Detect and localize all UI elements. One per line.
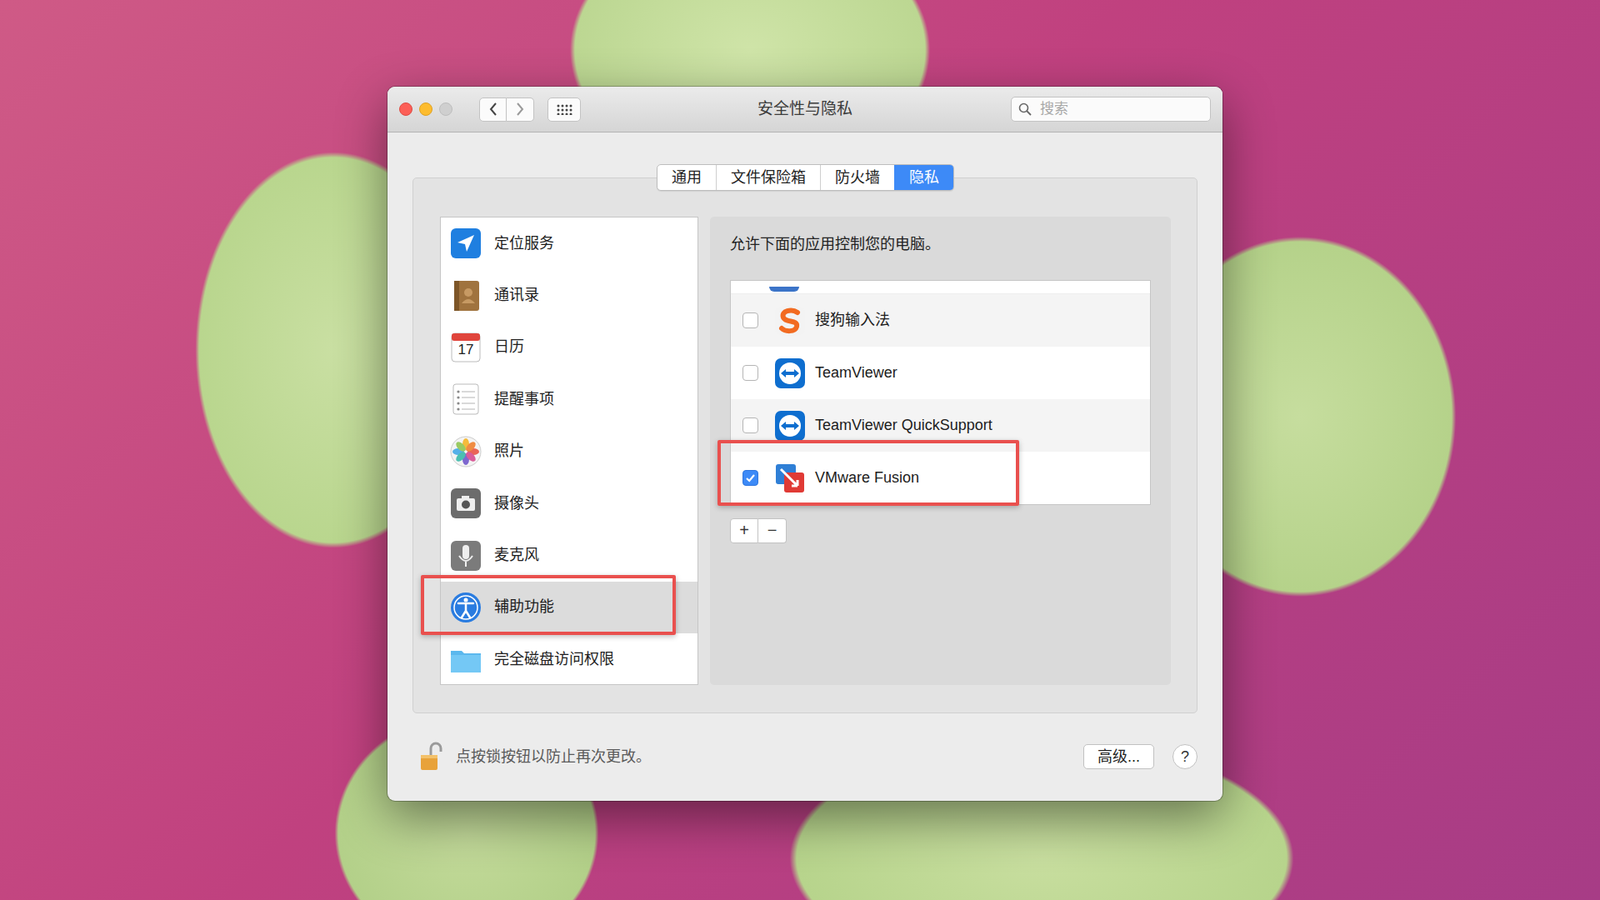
- sidebar-item-label: 定位服务: [494, 232, 555, 255]
- sidebar-item[interactable]: 通讯录: [440, 269, 698, 321]
- content: 通用文件保险箱防火墙隐私定位服务通讯录 17 日历提醒事项照片摄像头麦克风辅助功能完…: [387, 132, 1223, 714]
- tab[interactable]: 通用: [657, 165, 716, 190]
- tab-group: 通用文件保险箱防火墙隐私: [656, 164, 955, 191]
- desktop: 安全性与隐私通用文件保险箱防火墙隐私定位服务通讯录 17 日历提醒事项照片摄像头麦克…: [0, 0, 1600, 900]
- sidebar-item-label: 辅助功能: [494, 595, 555, 619]
- highlight-box: [717, 440, 1020, 506]
- sidebar: 定位服务通讯录 17 日历提醒事项照片摄像头麦克风辅助功能完全磁盘访问权限: [440, 216, 699, 685]
- tab[interactable]: 防火墙: [820, 165, 895, 190]
- search-field[interactable]: [1010, 96, 1211, 122]
- remove-button[interactable]: −: [758, 518, 787, 544]
- sidebar-item-icon: [449, 435, 483, 469]
- minimize-button[interactable]: [419, 102, 433, 116]
- sidebar-item[interactable]: 完全磁盘访问权限: [440, 633, 698, 685]
- search-input[interactable]: [1038, 97, 1204, 121]
- scrolled-row: [730, 280, 1150, 295]
- sidebar-item-icon: [449, 382, 483, 416]
- app-name: VMware Fusion: [815, 466, 920, 490]
- add-remove-buttons: +−: [730, 518, 1151, 544]
- app-row: TeamViewer QuickSupport: [730, 399, 1150, 452]
- calendar-day: 17: [449, 342, 483, 357]
- app-checkbox[interactable]: [742, 470, 759, 486]
- app-name: TeamViewer QuickSupport: [815, 414, 993, 437]
- lock-icon[interactable]: [419, 741, 443, 772]
- highlight-box: [420, 575, 676, 635]
- app-checkbox[interactable]: [742, 312, 759, 329]
- sidebar-item-label: 照片: [494, 440, 525, 463]
- apps-pane: 允许下面的应用控制您的电脑。搜狗输入法 TeamViewer TeamViewer …: [710, 216, 1171, 685]
- sidebar-item-icon: [449, 590, 483, 625]
- nav-buttons: [479, 97, 535, 122]
- show-all-button[interactable]: [547, 97, 581, 122]
- app-list: 搜狗输入法 TeamViewer TeamViewer QuickSupport VM…: [730, 280, 1151, 505]
- sidebar-item-icon: [449, 226, 483, 260]
- sidebar-item-label: 摄像头: [494, 492, 540, 515]
- app-checkbox[interactable]: [742, 417, 759, 434]
- grid-icon: [555, 103, 573, 115]
- sidebar-item-icon: [449, 642, 483, 676]
- sidebar-item-label: 麦克风: [494, 544, 540, 567]
- sidebar-item[interactable]: 提醒事项: [440, 373, 698, 425]
- sidebar-item[interactable]: 摄像头: [440, 477, 698, 530]
- app-checkbox[interactable]: [742, 365, 759, 381]
- title-bar: 安全性与隐私: [387, 86, 1223, 133]
- app-row: VMware Fusion: [730, 451, 1150, 505]
- sidebar-item-icon: [449, 539, 483, 573]
- privacy-panel: 定位服务通讯录 17 日历提醒事项照片摄像头麦克风辅助功能完全磁盘访问权限 允许下面的…: [412, 177, 1198, 714]
- sidebar-item[interactable]: 17 日历: [440, 321, 698, 374]
- tab[interactable]: 文件保险箱: [715, 165, 820, 190]
- close-button[interactable]: [399, 102, 413, 116]
- app-icon: [773, 356, 807, 390]
- back-button[interactable]: [479, 97, 507, 122]
- sidebar-item-label: 完全磁盘访问权限: [494, 648, 615, 671]
- back-icon: [488, 101, 499, 117]
- lock-hint: 点按锁按钮以防止再次更改。: [455, 745, 651, 769]
- pane-description: 允许下面的应用控制您的电脑。: [730, 233, 1151, 255]
- app-icon: [769, 286, 800, 292]
- app-row: TeamViewer: [730, 346, 1150, 400]
- sidebar-item-label: 提醒事项: [494, 388, 555, 411]
- app-name: 搜狗输入法: [815, 309, 890, 332]
- sidebar-item-icon: [449, 486, 483, 520]
- app-icon: [773, 409, 807, 443]
- sidebar-item[interactable]: 麦克风: [440, 529, 698, 581]
- footer: 点按锁按钮以防止再次更改。 高级...?: [387, 713, 1223, 800]
- search-icon: [1018, 102, 1032, 116]
- preferences-window: 安全性与隐私通用文件保险箱防火墙隐私定位服务通讯录 17 日历提醒事项照片摄像头麦克…: [387, 86, 1223, 801]
- sidebar-item[interactable]: 辅助功能: [440, 581, 698, 634]
- forward-button[interactable]: [506, 97, 535, 122]
- zoom-button: [439, 102, 453, 116]
- sidebar-item[interactable]: 照片: [440, 425, 698, 478]
- advanced-button[interactable]: 高级...: [1083, 744, 1155, 770]
- help-button[interactable]: ?: [1172, 744, 1198, 770]
- sidebar-item-icon: [449, 279, 483, 313]
- window-controls: [399, 102, 453, 116]
- app-icon: [773, 461, 807, 495]
- app-row: 搜狗输入法: [730, 294, 1150, 347]
- app-icon: [773, 304, 807, 338]
- add-button[interactable]: +: [730, 518, 759, 544]
- sidebar-item[interactable]: 定位服务: [440, 217, 698, 270]
- tab[interactable]: 隐私: [894, 165, 954, 190]
- tab-bar: 通用文件保险箱防火墙隐私: [412, 164, 1198, 191]
- app-name: TeamViewer: [815, 361, 898, 385]
- sidebar-item-label: 通讯录: [494, 284, 540, 307]
- forward-icon: [515, 101, 525, 117]
- sidebar-item-icon: 17: [449, 330, 483, 365]
- sidebar-item-label: 日历: [494, 335, 525, 359]
